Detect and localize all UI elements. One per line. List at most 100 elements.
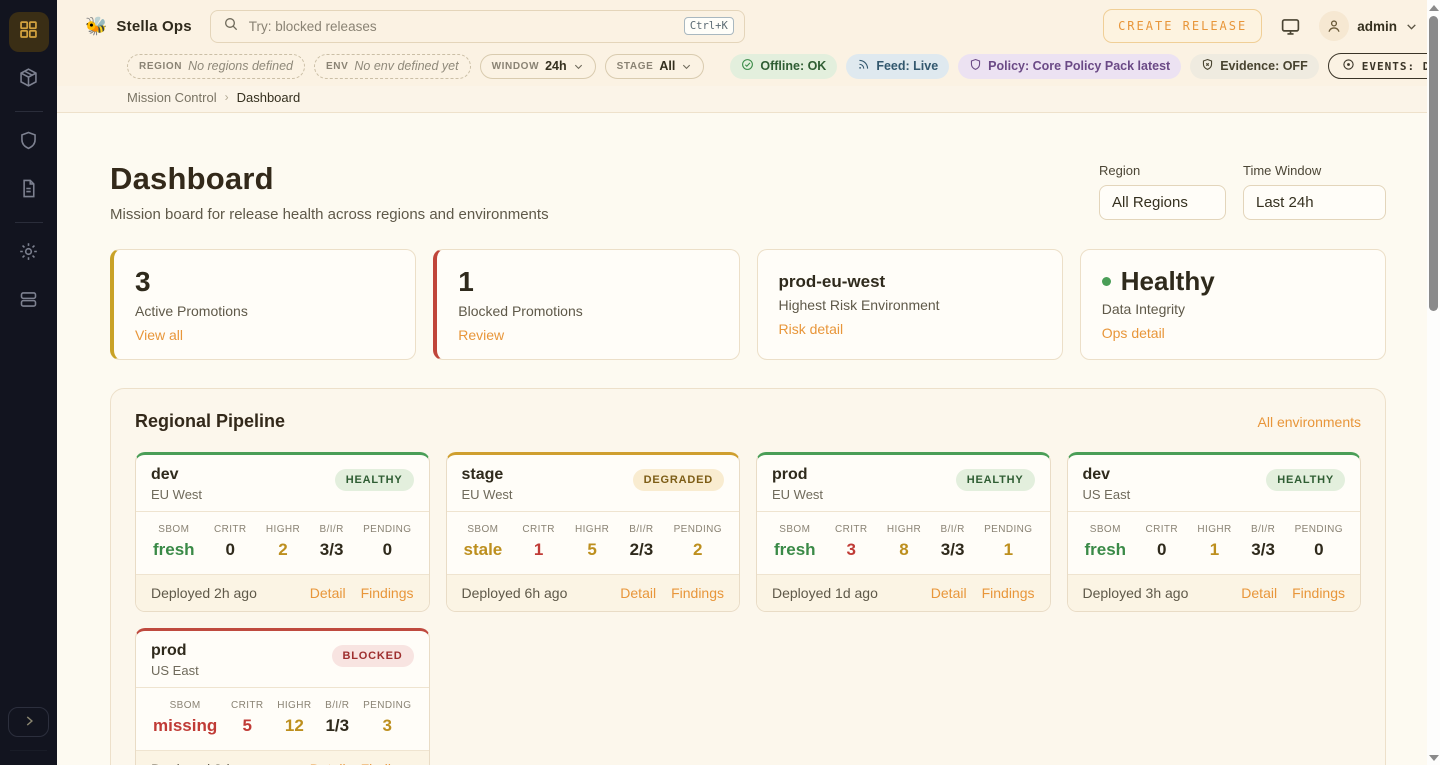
deployed-text: Deployed 6h ago (462, 585, 568, 601)
findings-link[interactable]: Findings (361, 761, 414, 765)
risk-detail-link[interactable]: Risk detail (779, 321, 844, 337)
blocked-promotions-label: Blocked Promotions (458, 303, 717, 319)
bee-logo-icon: 🐝 (85, 17, 107, 35)
breadcrumb-current: Dashboard (237, 90, 301, 105)
stats-row: SBOMfresh CRITR0 HIGHR2 B/I/R3/3 PENDING… (136, 512, 429, 572)
scroll-down-arrow[interactable] (1429, 755, 1439, 761)
stat-label: B/I/R (629, 524, 653, 535)
page-subtitle: Mission board for release health across … (110, 206, 549, 223)
review-link[interactable]: Review (458, 327, 504, 343)
search-input[interactable] (249, 19, 674, 34)
pending-value: 0 (363, 540, 411, 560)
deployed-text: Deployed 2h ago (151, 585, 257, 601)
stat-label: PENDING (1295, 524, 1343, 535)
region-select[interactable]: All Regions (1099, 185, 1226, 220)
time-window-select[interactable]: Last 24h (1243, 185, 1386, 220)
policy-status-pill: Policy: Core Policy Pack latest (958, 54, 1181, 79)
window-chip-value: 24h (545, 59, 567, 73)
window-chip[interactable]: WINDOW 24h (480, 54, 596, 79)
page-title-block: Dashboard Mission board for release heal… (110, 161, 549, 223)
pending-value: 0 (1295, 540, 1343, 560)
user-name: admin (1357, 19, 1397, 34)
gear-icon (18, 241, 39, 267)
breadcrumb: Mission Control › Dashboard (57, 86, 1440, 113)
highest-risk-value: prod-eu-west (779, 267, 1041, 292)
sidebar-collapse-button[interactable] (8, 707, 49, 737)
stat-label: PENDING (674, 524, 722, 535)
stat-label: HIGHR (887, 524, 921, 535)
regional-pipeline-panel: Regional Pipeline All environments dev E… (110, 388, 1386, 765)
env-chip[interactable]: ENV No env defined yet (314, 54, 471, 79)
pipeline-card-prod-us-east: prod US East BLOCKED SBOMmissing CRITR5 … (135, 628, 430, 765)
active-promotions-card: 3 Active Promotions View all (110, 249, 416, 360)
global-search[interactable]: Ctrl+K (210, 10, 745, 43)
monitor-icon[interactable] (1280, 16, 1301, 37)
findings-link[interactable]: Findings (1292, 585, 1345, 601)
findings-link[interactable]: Findings (671, 585, 724, 601)
detail-link[interactable]: Detail (1241, 585, 1277, 601)
findings-link[interactable]: Findings (361, 585, 414, 601)
stage-chip-value: All (659, 59, 675, 73)
stat-label: PENDING (363, 700, 411, 711)
page-content: Dashboard Mission board for release heal… (57, 113, 1440, 765)
context-bar: REGION No regions defined ENV No env def… (57, 52, 1440, 86)
ops-detail-link[interactable]: Ops detail (1102, 325, 1165, 341)
summary-cards: 3 Active Promotions View all 1 Blocked P… (110, 249, 1386, 360)
pipeline-card-footer: Deployed 1d ago Detail Findings (757, 574, 1050, 611)
sidebar-item-security[interactable] (9, 123, 49, 163)
offline-status-text: Offline: OK (760, 59, 826, 73)
chevron-down-icon (681, 61, 692, 72)
stat-label: PENDING (984, 524, 1032, 535)
env-name: prod (151, 642, 199, 660)
shortcut-badge: Ctrl+K (684, 17, 734, 35)
user-menu[interactable]: admin (1319, 11, 1418, 41)
scrollbar-thumb[interactable] (1429, 16, 1438, 311)
pipeline-card-header: dev US East HEALTHY (1068, 455, 1361, 512)
time-window-select-value: Last 24h (1256, 194, 1314, 211)
evidence-status-text: Evidence: OFF (1220, 59, 1308, 73)
sidebar-item-settings[interactable] (9, 234, 49, 274)
pipeline-card-dev-eu-west: dev EU West HEALTHY SBOMfresh CRITR0 HIG… (135, 452, 430, 612)
highr-value: 8 (887, 540, 921, 560)
vertical-scrollbar[interactable] (1427, 0, 1440, 765)
stage-chip[interactable]: STAGE All (605, 54, 705, 79)
view-all-link[interactable]: View all (135, 327, 183, 343)
detail-link[interactable]: Detail (310, 761, 346, 765)
sidebar-item-documents[interactable] (9, 171, 49, 211)
main-column: 🐝 Stella Ops Ctrl+K CREATE RELEASE admin (57, 0, 1440, 765)
env-region: EU West (772, 487, 823, 502)
region-select-value: All Regions (1112, 194, 1188, 211)
pipeline-card-header: prod EU West HEALTHY (757, 455, 1050, 512)
deployed-text: Deployed 1d ago (772, 585, 878, 601)
active-promotions-value: 3 (135, 267, 394, 298)
detail-link[interactable]: Detail (931, 585, 967, 601)
topbar-right: CREATE RELEASE admin (1103, 9, 1418, 43)
sidebar-item-releases[interactable] (9, 60, 49, 100)
stats-row: SBOMfresh CRITR0 HIGHR1 B/I/R3/3 PENDING… (1068, 512, 1361, 572)
breadcrumb-parent[interactable]: Mission Control (127, 90, 217, 105)
findings-link[interactable]: Findings (982, 585, 1035, 601)
highr-value: 1 (1197, 540, 1231, 560)
scroll-up-arrow[interactable] (1429, 5, 1439, 11)
all-environments-link[interactable]: All environments (1258, 414, 1362, 430)
pipeline-card-footer: Deployed 3h ago DetailFindings (1068, 574, 1361, 611)
env-region: EU West (462, 487, 513, 502)
stat-label: CRITR (231, 700, 264, 711)
stat-label: CRITR (214, 524, 247, 535)
brand-name: Stella Ops (116, 18, 191, 35)
region-chip[interactable]: REGION No regions defined (127, 54, 305, 79)
sidebar-item-dashboard[interactable] (9, 12, 49, 52)
app-window: 🐝 Stella Ops Ctrl+K CREATE RELEASE admin (0, 0, 1440, 765)
sidebar-item-infrastructure[interactable] (9, 282, 49, 322)
detail-link[interactable]: Detail (620, 585, 656, 601)
stat-label: HIGHR (575, 524, 609, 535)
feed-status-pill: Feed: Live (846, 54, 949, 79)
detail-link[interactable]: Detail (310, 585, 346, 601)
highest-risk-label: Highest Risk Environment (779, 297, 1041, 313)
status-badge: DEGRADED (633, 469, 724, 491)
breadcrumb-separator-icon: › (225, 90, 229, 104)
create-release-button[interactable]: CREATE RELEASE (1103, 9, 1262, 43)
env-region: US East (151, 663, 199, 678)
region-filter-label: Region (1099, 163, 1226, 178)
pending-value: 1 (984, 540, 1032, 560)
